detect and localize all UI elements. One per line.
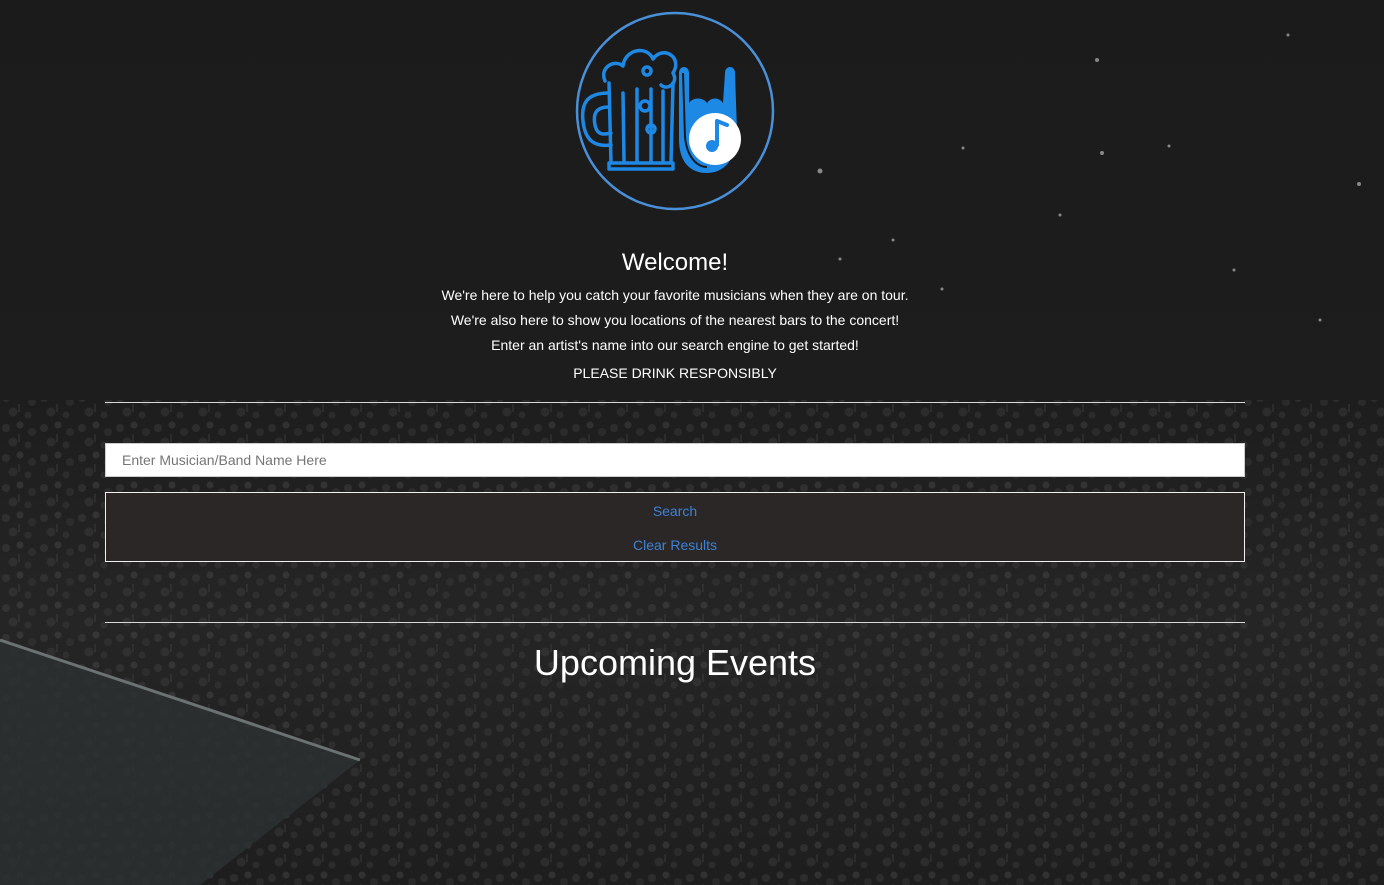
intro-line-2: We're also here to show you locations of… xyxy=(450,312,900,328)
welcome-heading: Welcome! xyxy=(621,249,729,276)
search-buttons-panel: Search Clear Results xyxy=(105,492,1245,562)
divider-top xyxy=(105,402,1245,403)
page: Welcome! We're here to help you catch yo… xyxy=(0,0,1384,885)
divider-bottom xyxy=(105,622,1245,623)
intro-line-1: We're here to help you catch your favori… xyxy=(441,287,909,303)
artist-search-input[interactable] xyxy=(105,443,1245,477)
intro-line-3: Enter an artist's name into our search e… xyxy=(491,337,859,353)
drink-responsibly-notice: PLEASE DRINK RESPONSIBLY xyxy=(573,365,777,381)
search-button[interactable]: Search xyxy=(106,502,1244,520)
clear-results-button[interactable]: Clear Results xyxy=(106,536,1244,554)
upcoming-events-heading: Upcoming Events xyxy=(533,642,817,683)
beer-mug-rock-hand-logo-icon xyxy=(575,11,775,211)
main-content: Welcome! We're here to help you catch yo… xyxy=(0,0,1384,885)
